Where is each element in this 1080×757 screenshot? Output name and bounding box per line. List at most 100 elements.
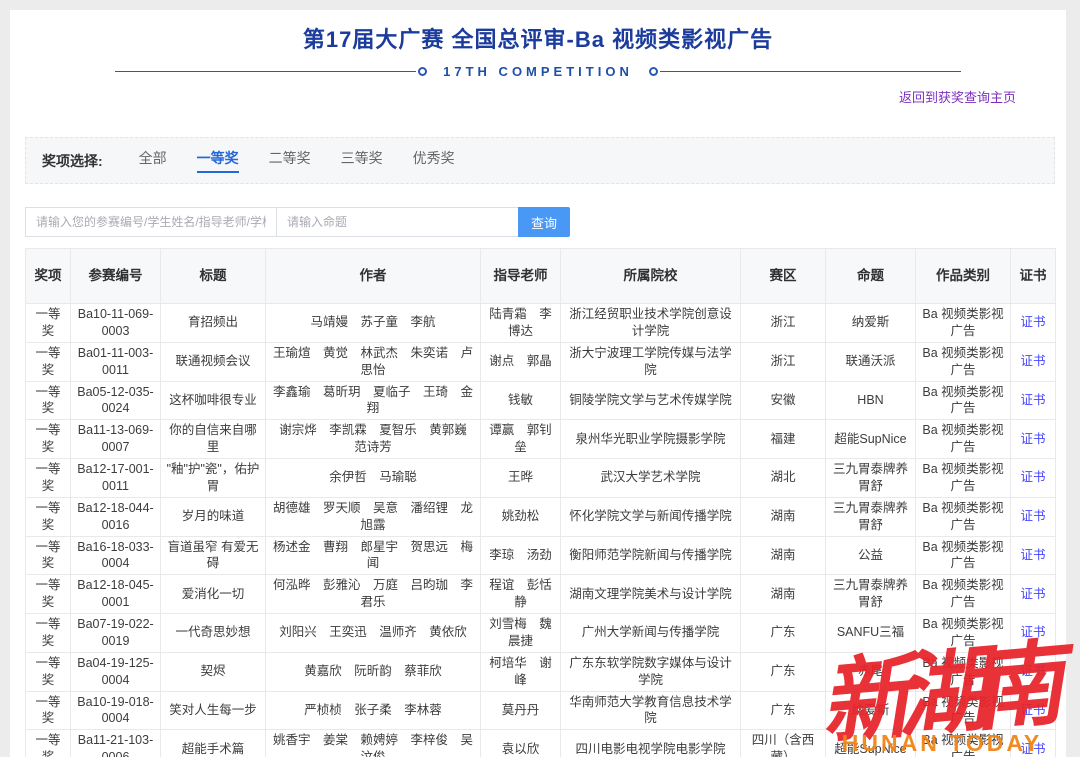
certificate-cell: 证书 bbox=[1011, 614, 1056, 653]
table-cell: 这杯咖啡很专业 bbox=[161, 381, 266, 420]
certificate-link[interactable]: 证书 bbox=[1020, 548, 1045, 562]
table-cell: 联通沃派 bbox=[826, 342, 916, 381]
table-cell: Ba 视频类影视广告 bbox=[916, 381, 1011, 420]
table-cell: 育招频出 bbox=[161, 304, 266, 343]
page-title: 第17届大广赛 全国总评审-Ba 视频类影视广告 bbox=[10, 22, 1066, 54]
column-header: 标题 bbox=[161, 249, 266, 304]
certificate-link[interactable]: 证书 bbox=[1020, 470, 1045, 484]
table-cell: 一等奖 bbox=[26, 342, 71, 381]
table-cell: Ba12-17-001-0011 bbox=[71, 459, 161, 498]
certificate-cell: 证书 bbox=[1011, 459, 1056, 498]
table-cell: 三九胃泰牌养胃舒 bbox=[826, 497, 916, 536]
keyword-search-input[interactable] bbox=[25, 207, 277, 237]
certificate-link[interactable]: 证书 bbox=[1020, 393, 1045, 407]
table-row: 一等奖Ba11-13-069-0007你的自信来自哪里谢宗烨 李凯霖 夏智乐 黄… bbox=[26, 420, 1056, 459]
certificate-link[interactable]: 证书 bbox=[1020, 742, 1045, 756]
table-cell: 一等奖 bbox=[26, 652, 71, 691]
certificate-link[interactable]: 证书 bbox=[1020, 315, 1045, 329]
table-cell: 湖北 bbox=[741, 459, 826, 498]
table-cell: 李琼 汤劲 bbox=[481, 536, 561, 575]
table-cell: 湖南 bbox=[741, 575, 826, 614]
table-cell: HBN bbox=[826, 381, 916, 420]
table-cell: 三九胃泰牌养胃舒 bbox=[826, 575, 916, 614]
divider-line-left bbox=[115, 71, 416, 72]
search-button[interactable]: 查询 bbox=[518, 207, 570, 237]
table-row: 一等奖Ba07-19-022-0019一代奇思妙想刘阳兴 王奕迅 温师齐 黄依欣… bbox=[26, 614, 1056, 653]
back-link[interactable]: 返回到获奖查询主页 bbox=[899, 90, 1016, 105]
table-cell: Ba 视频类影视广告 bbox=[916, 459, 1011, 498]
table-cell: 黄嘉欣 阮昕韵 蔡菲欣 bbox=[266, 652, 481, 691]
table-cell: 姚香宇 姜棠 赖娉婷 李梓俊 吴汶俊 bbox=[266, 730, 481, 757]
table-cell: Ba05-12-035-0024 bbox=[71, 381, 161, 420]
certificate-cell: 证书 bbox=[1011, 730, 1056, 757]
table-cell: Ba12-18-045-0001 bbox=[71, 575, 161, 614]
certificate-link[interactable]: 证书 bbox=[1020, 587, 1045, 601]
table-cell: Ba04-19-125-0004 bbox=[71, 652, 161, 691]
table-cell: 一等奖 bbox=[26, 381, 71, 420]
certificate-link[interactable]: 证书 bbox=[1020, 703, 1045, 717]
table-cell: 广东 bbox=[741, 652, 826, 691]
table-cell: 盲道虽窄 有爱无碍 bbox=[161, 536, 266, 575]
certificate-link[interactable]: 证书 bbox=[1020, 509, 1045, 523]
table-cell: 广东 bbox=[741, 691, 826, 730]
table-cell: 浙江 bbox=[741, 304, 826, 343]
table-cell: 超能手术篇 bbox=[161, 730, 266, 757]
award-tab[interactable]: 全部 bbox=[139, 148, 167, 173]
subtitle-divider: 17TH COMPETITION bbox=[115, 64, 961, 79]
column-header: 奖项 bbox=[26, 249, 71, 304]
table-cell: 柯培华 谢峰 bbox=[481, 652, 561, 691]
table-cell: 刘雪梅 魏晨捷 bbox=[481, 614, 561, 653]
table-cell: 纳爱斯 bbox=[826, 691, 916, 730]
table-cell: 公益 bbox=[826, 536, 916, 575]
divider-ring-left bbox=[418, 67, 427, 76]
column-header: 作者 bbox=[266, 249, 481, 304]
table-cell: 华南师范大学教育信息技术学院 bbox=[561, 691, 741, 730]
award-tab[interactable]: 优秀奖 bbox=[413, 148, 455, 173]
certificate-link[interactable]: 证书 bbox=[1020, 625, 1045, 639]
filter-label: 奖项选择: bbox=[42, 151, 103, 171]
table-cell: 岁月的味道 bbox=[161, 497, 266, 536]
award-tab[interactable]: 一等奖 bbox=[197, 148, 239, 173]
award-tab[interactable]: 二等奖 bbox=[269, 148, 311, 173]
table-cell: 广东东软学院数字媒体与设计学院 bbox=[561, 652, 741, 691]
table-cell: 一代奇思妙想 bbox=[161, 614, 266, 653]
table-body: 一等奖Ba10-11-069-0003育招频出马靖嫚 苏子童 李航陆青霜 李博达… bbox=[26, 304, 1056, 757]
table-cell: 浙江经贸职业技术学院创意设计学院 bbox=[561, 304, 741, 343]
table-cell: Ba16-18-033-0004 bbox=[71, 536, 161, 575]
table-cell: Ba10-11-069-0003 bbox=[71, 304, 161, 343]
filter-tabs: 全部 一等奖 二等奖 三等奖 优秀奖 bbox=[139, 148, 455, 173]
table-cell: 笑对人生每一步 bbox=[161, 691, 266, 730]
certificate-cell: 证书 bbox=[1011, 575, 1056, 614]
table-cell: 武汉大学艺术学院 bbox=[561, 459, 741, 498]
certificate-cell: 证书 bbox=[1011, 536, 1056, 575]
table-cell: 一等奖 bbox=[26, 420, 71, 459]
table-cell: 你的自信来自哪里 bbox=[161, 420, 266, 459]
table-header-row: 奖项参赛编号标题作者指导老师所属院校赛区命题作品类别证书 bbox=[26, 249, 1056, 304]
table-cell: 一等奖 bbox=[26, 730, 71, 757]
table-cell: 安徽 bbox=[741, 381, 826, 420]
topic-search-input[interactable] bbox=[276, 207, 519, 237]
table-cell: Ba12-18-044-0016 bbox=[71, 497, 161, 536]
certificate-link[interactable]: 证书 bbox=[1020, 432, 1045, 446]
award-tab[interactable]: 三等奖 bbox=[341, 148, 383, 173]
certificate-link[interactable]: 证书 bbox=[1020, 664, 1045, 678]
table-row: 一等奖Ba01-11-003-0011联通视频会议王瑜煊 黄觉 林武杰 朱奕诺 … bbox=[26, 342, 1056, 381]
table-cell: 陆青霜 李博达 bbox=[481, 304, 561, 343]
table-row: 一等奖Ba11-21-103-0006超能手术篇姚香宇 姜棠 赖娉婷 李梓俊 吴… bbox=[26, 730, 1056, 757]
table-cell: 浙江 bbox=[741, 342, 826, 381]
table-cell: Ba 视频类影视广告 bbox=[916, 420, 1011, 459]
table-cell: Ba 视频类影视广告 bbox=[916, 730, 1011, 757]
table-cell: 刘阳兴 王奕迅 温师齐 黄依欣 bbox=[266, 614, 481, 653]
table-cell: Ba01-11-003-0011 bbox=[71, 342, 161, 381]
table-cell: 莫丹丹 bbox=[481, 691, 561, 730]
column-header: 参赛编号 bbox=[71, 249, 161, 304]
table-cell: 一等奖 bbox=[26, 614, 71, 653]
certificate-cell: 证书 bbox=[1011, 691, 1056, 730]
table-row: 一等奖Ba12-17-001-0011"釉"护"瓷"，佑护胃余伊哲 马瑜聪王晔武… bbox=[26, 459, 1056, 498]
table-cell: 一等奖 bbox=[26, 304, 71, 343]
certificate-cell: 证书 bbox=[1011, 304, 1056, 343]
table-cell: 杨述金 曹翔 郎星宇 贺思远 梅闻 bbox=[266, 536, 481, 575]
table-cell: 王瑜煊 黄觉 林武杰 朱奕诺 卢思怡 bbox=[266, 342, 481, 381]
certificate-link[interactable]: 证书 bbox=[1020, 354, 1045, 368]
table-cell: 袁以欣 bbox=[481, 730, 561, 757]
